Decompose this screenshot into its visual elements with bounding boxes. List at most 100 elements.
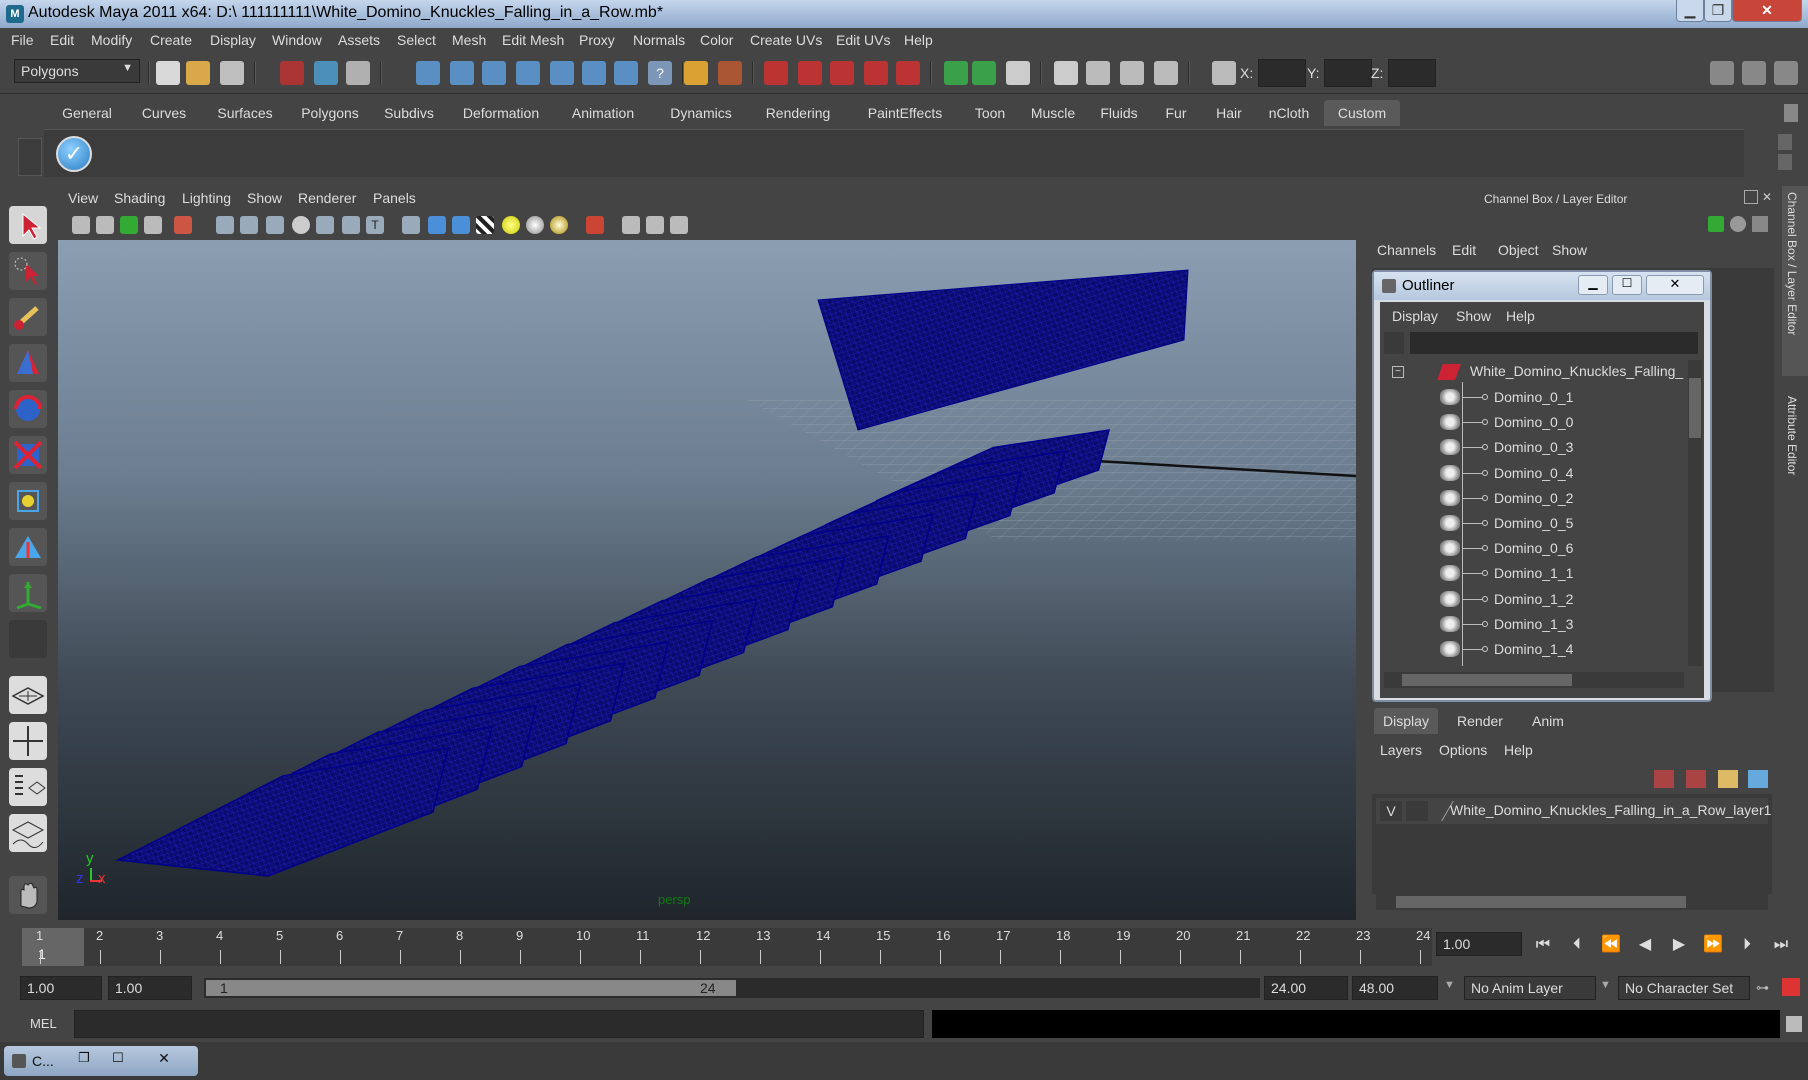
outliner-close-button[interactable]: ✕ [1646,275,1704,295]
make-live-icon[interactable] [550,61,574,85]
save-scene-icon[interactable] [220,61,244,85]
tab-toon[interactable]: Toon [962,100,1018,126]
menu-select[interactable]: Select [397,32,436,48]
tab-rendering[interactable]: Rendering [748,100,848,126]
select-hierarchy-icon[interactable] [280,61,304,85]
outliner-horizontal-scrollbar[interactable] [1384,672,1684,688]
history-icon[interactable] [614,61,638,85]
magnet-icon[interactable] [896,61,920,85]
menu-create-uvs[interactable]: Create UVs [750,32,822,48]
tab-hair[interactable]: Hair [1204,100,1254,126]
tab-painteffects[interactable]: PaintEffects [850,100,960,126]
menu-edit-mesh[interactable]: Edit Mesh [502,32,564,48]
anim-layer-dropdown[interactable]: No Anim Layer [1464,976,1596,1000]
camera-attributes-icon[interactable] [72,216,90,234]
menu-display[interactable]: Display [210,32,256,48]
command-input[interactable] [74,1010,924,1038]
attribute-icon[interactable] [1006,61,1030,85]
viewport-menu-show[interactable]: Show [247,190,282,206]
end-max-field[interactable]: 48.00 [1352,976,1438,1000]
tab-general[interactable]: General [48,100,126,126]
rotate-tool-icon[interactable] [9,390,47,428]
layer-playback-toggle[interactable] [1406,801,1428,821]
shelf-scroll-up-icon[interactable] [1778,134,1792,150]
tab-subdivs[interactable]: Subdivs [374,100,444,126]
isolate-select-icon[interactable] [586,216,604,234]
safe-title-icon[interactable]: T [366,216,384,234]
outliner-minimize-button[interactable]: ▁ [1578,275,1608,295]
outliner-item[interactable]: Domino_1_2 [1384,588,1684,612]
image-plane-icon[interactable] [120,216,138,234]
script-editor-button[interactable] [1786,1016,1802,1032]
menu-file[interactable]: File [11,32,34,48]
layer-row[interactable]: V White_Domino_Knuckles_Falling_in_a_Row… [1376,798,1771,824]
viewport-menu-lighting[interactable]: Lighting [182,190,231,206]
z-field[interactable] [1388,59,1436,87]
channel-menu-edit[interactable]: Edit [1452,242,1476,258]
outliner-menu-display[interactable]: Display [1392,308,1438,324]
wireframe-on-shaded-icon[interactable] [452,216,470,234]
close-button[interactable]: ✕ [1732,0,1802,22]
mode-selector[interactable]: Polygons ▼ [14,59,140,83]
end-field[interactable]: 24.00 [1264,976,1348,1000]
outliner-hscroll-thumb[interactable] [1402,674,1572,686]
menu-edit-uvs[interactable]: Edit UVs [836,32,890,48]
grid-toggle-icon[interactable] [216,216,234,234]
speed-icon[interactable] [1730,216,1746,232]
range-bar[interactable]: 1 24 [204,978,1260,998]
outliner-item[interactable]: Domino_0_3 [1384,436,1684,460]
script-editor-icon[interactable] [1120,61,1144,85]
move-layer-down-icon[interactable] [1748,770,1768,788]
layer-menu-options[interactable]: Options [1439,742,1487,758]
float-panel-icon[interactable] [1744,190,1758,204]
snap-point-icon[interactable] [482,61,506,85]
lasso-tool-icon[interactable] [9,252,47,290]
menu-color[interactable]: Color [700,32,733,48]
menu-mesh[interactable]: Mesh [452,32,486,48]
key-icon[interactable]: ⊶ [1756,980,1776,995]
layer-horizontal-scrollbar[interactable] [1376,894,1768,910]
select-object-icon[interactable] [314,61,338,85]
four-pane-layout-icon[interactable] [9,722,47,760]
camera-bookmark-icon[interactable] [96,216,114,234]
outliner-item[interactable]: Domino_0_2 [1384,487,1684,511]
restore-icon[interactable]: ❐ [72,1050,96,1070]
outliner-item[interactable]: Domino_0_6 [1384,537,1684,561]
viewport-menu-shading[interactable]: Shading [114,190,165,206]
grease-pencil-icon[interactable] [174,216,192,234]
component-editor-icon[interactable] [1154,61,1178,85]
smooth-shading-icon[interactable] [428,216,446,234]
side-tab-attribute-editor[interactable]: Attribute Editor [1782,380,1808,500]
xray-components-icon[interactable] [670,216,688,234]
viewport-menu-view[interactable]: View [68,190,98,206]
channel-menu-object[interactable]: Object [1498,242,1538,258]
hypergraph-icon[interactable] [1086,61,1110,85]
menu-edit[interactable]: Edit [50,32,74,48]
outliner-filter-icon[interactable] [1384,332,1404,354]
x-field[interactable] [1258,59,1306,87]
render-settings-icon[interactable] [830,61,854,85]
step-back-frame-icon[interactable]: ⏪ [1598,934,1624,956]
viewport-menu-renderer[interactable]: Renderer [298,190,356,206]
close-icon[interactable]: ✕ [152,1050,176,1070]
snap-surface-icon[interactable] [582,61,606,85]
domino-mesh[interactable] [115,747,449,877]
outliner-menu-show[interactable]: Show [1456,308,1491,324]
shelf-menu-icon[interactable] [18,138,42,176]
textured-icon[interactable] [476,216,494,234]
tab-deformation[interactable]: Deformation [448,100,554,126]
rename-icon[interactable] [972,61,996,85]
new-scene-icon[interactable] [156,61,180,85]
show-manipulator-icon[interactable] [9,574,47,612]
snap-curve-icon[interactable] [450,61,474,85]
render-view-icon[interactable] [1054,61,1078,85]
hypershade-icon[interactable] [864,61,888,85]
render-current-icon[interactable] [764,61,788,85]
shadows-icon[interactable] [526,216,544,234]
field-chart-icon[interactable] [316,216,334,234]
character-set-dropdown[interactable]: No Character Set [1618,976,1750,1000]
side-tab-channel-box[interactable]: Channel Box / Layer Editor [1782,186,1808,376]
resolution-gate-icon[interactable] [266,216,284,234]
select-tool-icon[interactable] [9,206,47,244]
safe-action-icon[interactable] [342,216,360,234]
